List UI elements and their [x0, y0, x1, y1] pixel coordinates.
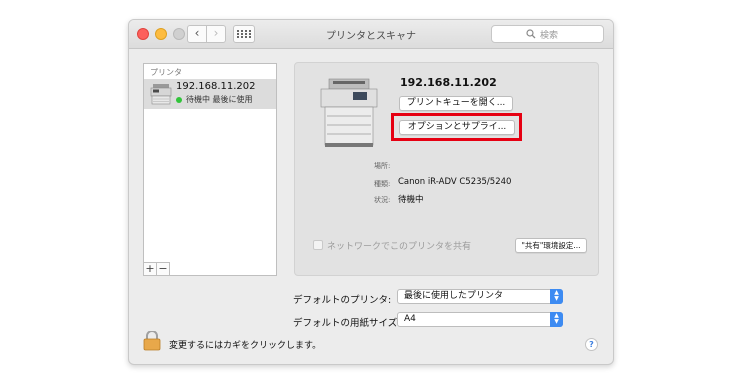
- titlebar: ‹ › プリンタとスキャナ 検索: [129, 20, 613, 49]
- printer-list-header: プリンタ: [150, 68, 182, 77]
- printer-name: 192.168.11.202: [400, 76, 497, 89]
- help-button[interactable]: ?: [585, 338, 598, 351]
- printer-detail-panel: 192.168.11.202 プリントキューを開く... オプションとサプライ.…: [294, 62, 599, 276]
- search-placeholder: 検索: [540, 31, 559, 41]
- popup-chevron-icon: ▲ ▼: [550, 312, 563, 327]
- printer-list-name: 192.168.11.202: [176, 81, 256, 92]
- printers-scanners-window: ‹ › プリンタとスキャナ 検索 プリンタ 192.168.11.202 待機中…: [128, 19, 614, 365]
- printer-image-icon: [320, 78, 378, 147]
- default-printer-value: 最後に使用したプリンタ: [404, 291, 504, 301]
- status-dot-icon: [176, 97, 182, 103]
- open-print-queue-button[interactable]: プリントキューを開く...: [399, 96, 513, 111]
- default-printer-label: デフォルトのプリンタ:: [293, 295, 392, 306]
- popup-chevron-icon: ▲ ▼: [550, 289, 563, 304]
- default-paper-value: A4: [404, 314, 416, 324]
- printer-list-status: 待機中 最後に使用: [186, 95, 253, 104]
- share-printer-label: ネットワークでこのプリンタを共有: [327, 242, 472, 252]
- remove-printer-button[interactable]: −: [156, 262, 170, 276]
- highlight-box: [391, 113, 522, 141]
- list-footer: + −: [143, 262, 277, 276]
- status-label: 状況:: [374, 196, 391, 204]
- default-paper-popup[interactable]: A4 ▲ ▼: [397, 312, 563, 327]
- lock-message: 変更するにはカギをクリックします。: [169, 341, 322, 351]
- search-field[interactable]: 検索: [491, 25, 604, 43]
- printer-list-item[interactable]: 192.168.11.202 待機中 最後に使用: [144, 79, 276, 109]
- default-paper-label: デフォルトの用紙サイズ:: [293, 318, 401, 329]
- printer-icon: [150, 84, 172, 105]
- printer-list: プリンタ 192.168.11.202 待機中 最後に使用: [143, 63, 277, 276]
- status-value: 待機中: [398, 195, 424, 205]
- kind-label: 種類:: [374, 180, 391, 188]
- location-label: 場所:: [374, 162, 391, 170]
- lock-icon[interactable]: [143, 331, 161, 351]
- share-printer-checkbox[interactable]: [313, 240, 323, 250]
- search-icon: [526, 29, 536, 39]
- add-printer-button[interactable]: +: [143, 262, 157, 276]
- kind-value: Canon iR-ADV C5235/5240: [398, 177, 512, 187]
- sharing-preferences-button[interactable]: "共有"環境設定...: [515, 238, 587, 253]
- default-printer-popup[interactable]: 最後に使用したプリンタ ▲ ▼: [397, 289, 563, 304]
